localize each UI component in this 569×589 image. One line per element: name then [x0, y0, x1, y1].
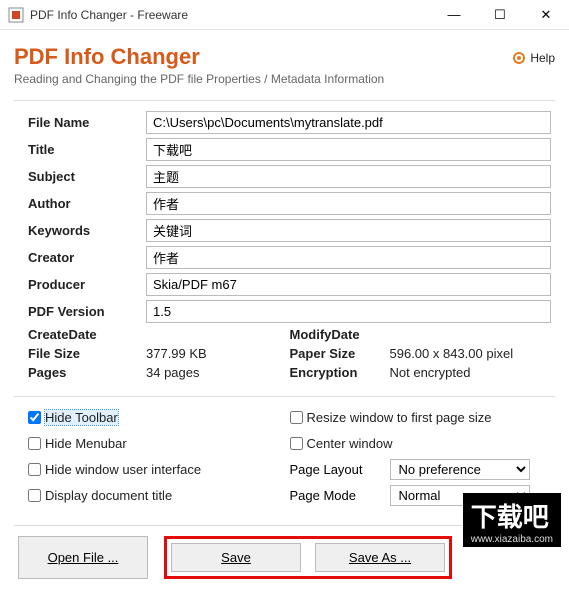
page-layout-select[interactable]: No preference	[390, 459, 530, 480]
producer-input[interactable]	[146, 273, 551, 296]
hide-menubar-label: Hide Menubar	[45, 436, 127, 451]
open-file-button[interactable]: Open File ...	[18, 536, 148, 579]
center-window-label: Center window	[307, 436, 393, 451]
file-size-value: 377.99 KB	[146, 346, 207, 361]
close-button[interactable]: ✕	[523, 0, 569, 30]
hide-toolbar-checkbox[interactable]	[28, 411, 41, 424]
title-input[interactable]	[146, 138, 551, 161]
save-as-button[interactable]: Save As ...	[315, 543, 445, 572]
app-icon	[8, 7, 24, 23]
file-name-input[interactable]	[146, 111, 551, 134]
subject-input[interactable]	[146, 165, 551, 188]
file-size-label: File Size	[28, 346, 146, 361]
subject-label: Subject	[28, 169, 146, 184]
page-mode-label: Page Mode	[290, 488, 390, 503]
maximize-button[interactable]: ☐	[477, 0, 523, 30]
display-title-checkbox[interactable]	[28, 489, 41, 502]
title-bar: PDF Info Changer - Freeware — ☐ ✕	[0, 0, 569, 30]
pdf-version-label: PDF Version	[28, 304, 146, 319]
encryption-label: Encryption	[290, 365, 390, 380]
keywords-input[interactable]	[146, 219, 551, 242]
center-window-checkbox[interactable]	[290, 437, 303, 450]
paper-size-value: 596.00 x 843.00 pixel	[390, 346, 514, 361]
help-icon	[511, 50, 527, 66]
resize-window-label: Resize window to first page size	[307, 410, 492, 425]
hide-ui-label: Hide window user interface	[45, 462, 201, 477]
pages-label: Pages	[28, 365, 146, 380]
minimize-button[interactable]: —	[431, 0, 477, 30]
author-label: Author	[28, 196, 146, 211]
highlighted-buttons: Save Save As ...	[164, 536, 452, 579]
properties-form: File Name Title Subject Author Keywords …	[0, 101, 569, 388]
keywords-label: Keywords	[28, 223, 146, 238]
pdf-version-input[interactable]	[146, 300, 551, 323]
help-link[interactable]: Help	[511, 50, 555, 66]
pages-value: 34 pages	[146, 365, 200, 380]
watermark-text: 下载吧	[471, 502, 549, 532]
file-name-label: File Name	[28, 115, 146, 130]
header: PDF Info Changer Help Reading and Changi…	[0, 30, 569, 92]
title-label: Title	[28, 142, 146, 157]
encryption-value: Not encrypted	[390, 365, 471, 380]
creator-input[interactable]	[146, 246, 551, 269]
window-title: PDF Info Changer - Freeware	[30, 8, 431, 22]
tagline: Reading and Changing the PDF file Proper…	[14, 72, 555, 86]
hide-ui-checkbox[interactable]	[28, 463, 41, 476]
author-input[interactable]	[146, 192, 551, 215]
creator-label: Creator	[28, 250, 146, 265]
watermark-url: www.xiazaiba.com	[471, 534, 553, 545]
producer-label: Producer	[28, 277, 146, 292]
resize-window-checkbox[interactable]	[290, 411, 303, 424]
hide-toolbar-label: Hide Toolbar	[45, 410, 118, 425]
display-title-label: Display document title	[45, 488, 172, 503]
page-layout-label: Page Layout	[290, 462, 390, 477]
modify-date-label: ModifyDate	[290, 327, 390, 342]
paper-size-label: Paper Size	[290, 346, 390, 361]
window-controls: — ☐ ✕	[431, 0, 569, 30]
save-button[interactable]: Save	[171, 543, 301, 572]
help-label: Help	[530, 51, 555, 65]
hide-menubar-checkbox[interactable]	[28, 437, 41, 450]
app-title: PDF Info Changer	[14, 44, 200, 70]
watermark: 下载吧 www.xiazaiba.com	[463, 493, 561, 547]
create-date-label: CreateDate	[28, 327, 146, 342]
